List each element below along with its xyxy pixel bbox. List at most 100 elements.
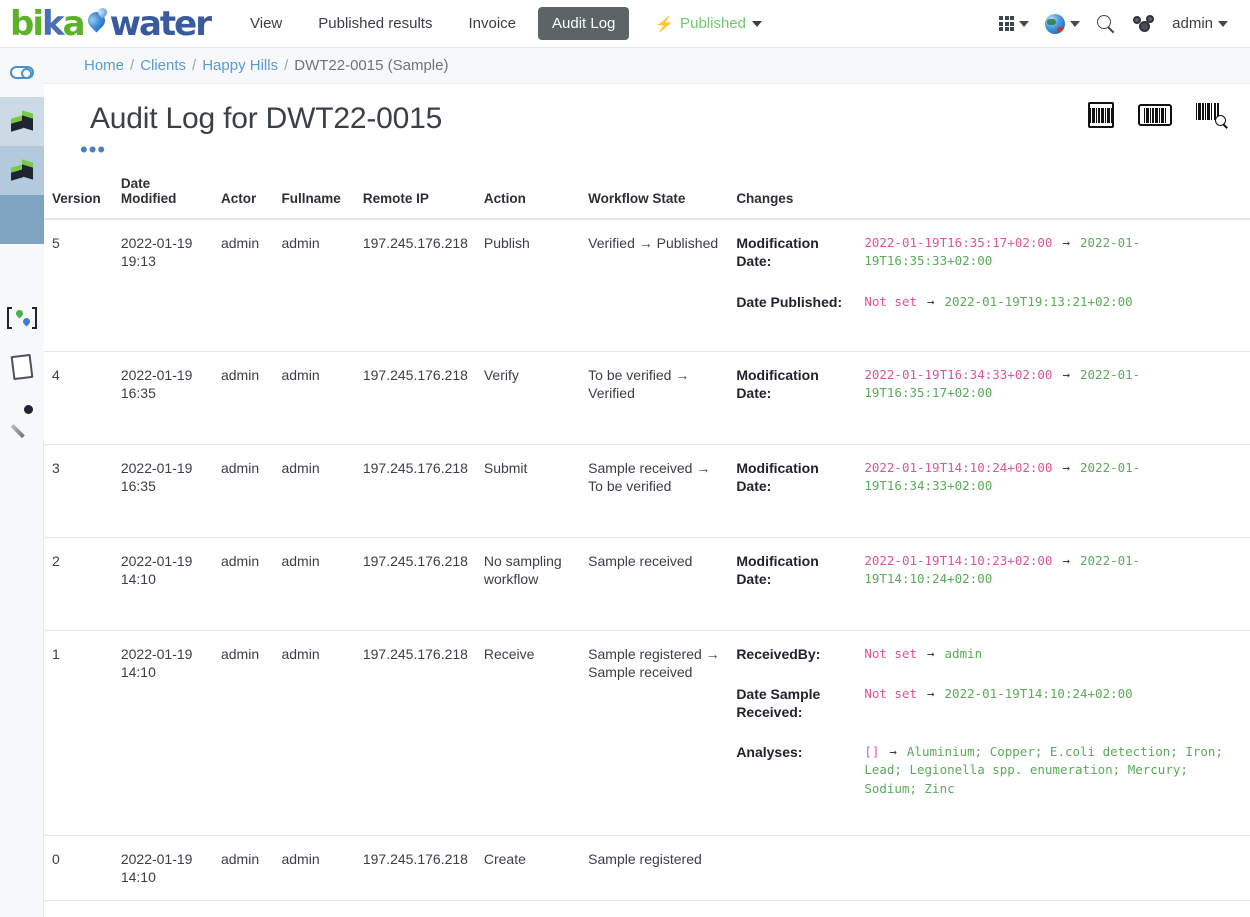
- change-colon: :: [767, 571, 772, 587]
- breadcrumb-item-current: DWT22-0015 (Sample): [294, 57, 448, 74]
- breadcrumb-separator: /: [130, 57, 134, 74]
- cell-actor: admin: [213, 835, 274, 900]
- breadcrumb-item-clients[interactable]: Clients: [140, 57, 186, 74]
- sidebar-item-worksheets[interactable]: [0, 342, 44, 391]
- change-new-value: admin: [945, 646, 983, 661]
- bolt-icon: ⚡: [655, 15, 674, 33]
- cell-remote-ip: 197.245.176.218: [355, 444, 476, 537]
- cell-version: 0: [44, 835, 113, 900]
- sidebar-item-clients[interactable]: [0, 97, 44, 146]
- page-header: Audit Log for DWT22-0015: [44, 84, 1250, 135]
- change-values: 2022-01-19T14:10:23+02:00→2022-01-19T14:…: [864, 552, 1242, 588]
- cell-action: Submit: [476, 444, 580, 537]
- table-row[interactable]: 5 2022-01-19 19:13 admin admin 197.245.1…: [44, 219, 1250, 351]
- change-values: 2022-01-19T16:35:17+02:00→2022-01-19T16:…: [864, 234, 1242, 270]
- cell-remote-ip: 197.245.176.218: [355, 351, 476, 444]
- change-entry: Modification Date: 2022-01-19T16:35:17+0…: [736, 234, 1242, 270]
- pipette-icon: [10, 404, 34, 428]
- grid-apps-icon: [999, 16, 1014, 31]
- column-header-date-modified[interactable]: Date Modified: [113, 170, 213, 219]
- cell-workflow-state: Sample received: [580, 537, 728, 630]
- table-row[interactable]: 4 2022-01-19 16:35 admin admin 197.245.1…: [44, 351, 1250, 444]
- audit-log-table-wrapper: Version Date Modified Actor Fullname Rem…: [44, 156, 1250, 901]
- change-field-label: Modification Date:: [736, 234, 864, 270]
- page-header-actions: [1088, 102, 1230, 128]
- nav-link-invoice[interactable]: Invoice: [454, 7, 530, 40]
- change-entry: Modification Date: 2022-01-19T14:10:24+0…: [736, 459, 1242, 495]
- sidebar-item-toggle[interactable]: [0, 48, 44, 97]
- column-header-remote-ip[interactable]: Remote IP: [355, 170, 476, 219]
- nav-link-published-results[interactable]: Published results: [304, 7, 446, 40]
- arrow-right-icon: →: [1062, 460, 1070, 475]
- change-field-label: Modification Date:: [736, 366, 864, 402]
- nav-link-view[interactable]: View: [236, 7, 296, 40]
- table-body: 5 2022-01-19 19:13 admin admin 197.245.1…: [44, 219, 1250, 900]
- cell-date-modified: 2022-01-19 14:10: [113, 630, 213, 835]
- cell-action: No sampling workflow: [476, 537, 580, 630]
- cell-date-modified: 2022-01-19 14:10: [113, 835, 213, 900]
- change-new-value: 2022-01-19T19:13:21+02:00: [945, 294, 1133, 309]
- cell-changes: Modification Date: 2022-01-19T16:35:17+0…: [728, 219, 1250, 351]
- audit-log-table: Version Date Modified Actor Fullname Rem…: [44, 170, 1250, 901]
- barcode-search-icon[interactable]: [1196, 102, 1230, 128]
- brand-logo[interactable]: bikawater: [0, 0, 232, 48]
- cell-actor: admin: [213, 630, 274, 835]
- clipboard-icon: [12, 355, 32, 379]
- table-row[interactable]: 0 2022-01-19 14:10 admin admin 197.245.1…: [44, 835, 1250, 900]
- cell-changes: Modification Date: 2022-01-19T14:10:24+0…: [728, 444, 1250, 537]
- sidebar-item-samples[interactable]: [0, 195, 44, 244]
- analysis-brackets-icon: [7, 307, 37, 329]
- cell-changes: ReceivedBy: Not set→admin Date Sample Re…: [728, 630, 1250, 835]
- more-options-button[interactable]: •••: [44, 135, 1250, 156]
- column-header-changes[interactable]: Changes: [728, 170, 1250, 219]
- column-header-actor[interactable]: Actor: [213, 170, 274, 219]
- change-new-value: Aluminium; Copper; E.coli detection; Iro…: [864, 744, 1223, 795]
- change-field-name: Analyses: [736, 744, 797, 760]
- user-menu[interactable]: admin: [1166, 11, 1234, 36]
- change-colon: :: [798, 704, 803, 720]
- change-field-name: Date Published: [736, 294, 837, 310]
- table-row[interactable]: 1 2022-01-19 14:10 admin admin 197.245.1…: [44, 630, 1250, 835]
- sidebar-item-sample[interactable]: [0, 244, 44, 293]
- language-menu[interactable]: [1039, 10, 1086, 38]
- change-colon: :: [798, 744, 803, 760]
- change-entry: Date Sample Received: Not set→2022-01-19…: [736, 685, 1242, 721]
- barcode-bars: [1144, 108, 1167, 123]
- page-title: Audit Log for DWT22-0015: [90, 102, 442, 135]
- column-header-fullname[interactable]: Fullname: [273, 170, 354, 219]
- change-values: Not set→admin: [864, 645, 1242, 663]
- toggle-icon: [10, 66, 34, 79]
- change-colon: :: [767, 253, 772, 269]
- sidebar-item-analyses[interactable]: [0, 293, 44, 342]
- column-header-action[interactable]: Action: [476, 170, 580, 219]
- cell-remote-ip: 197.245.176.218: [355, 537, 476, 630]
- column-header-version[interactable]: Version: [44, 170, 113, 219]
- sidebar-item-client[interactable]: [0, 146, 44, 195]
- table-row[interactable]: 3 2022-01-19 16:35 admin admin 197.245.1…: [44, 444, 1250, 537]
- breadcrumb-item-home[interactable]: Home: [84, 57, 124, 74]
- barcode-square-icon[interactable]: [1088, 102, 1114, 128]
- cell-changes: Modification Date: 2022-01-19T14:10:23+0…: [728, 537, 1250, 630]
- breadcrumb-item-happy-hills[interactable]: Happy Hills: [202, 57, 278, 74]
- barcode-wide-icon[interactable]: [1138, 104, 1172, 126]
- table-row[interactable]: 2 2022-01-19 14:10 admin admin 197.245.1…: [44, 537, 1250, 630]
- logo-letter-b: b: [10, 7, 32, 41]
- nav-link-audit-log[interactable]: Audit Log: [538, 7, 629, 40]
- workflow-status-dropdown[interactable]: ⚡ Published: [655, 15, 762, 33]
- cell-remote-ip: 197.245.176.218: [355, 835, 476, 900]
- sidebar-item-lab[interactable]: [0, 391, 44, 440]
- cell-changes: [728, 835, 1250, 900]
- nav-links: View Published results Invoice Audit Log: [232, 0, 633, 48]
- cell-version: 2: [44, 537, 113, 630]
- apps-menu[interactable]: [993, 12, 1035, 35]
- cell-workflow-state: Verified → Published: [580, 219, 728, 351]
- change-field-name: Modification Date: [736, 553, 818, 587]
- cell-action: Create: [476, 835, 580, 900]
- column-header-workflow-state[interactable]: Workflow State: [580, 170, 728, 219]
- magnifier-icon: [1215, 115, 1228, 128]
- settings-button[interactable]: [1126, 10, 1162, 38]
- change-old-value: []: [864, 744, 879, 759]
- change-old-value: 2022-01-19T14:10:23+02:00: [864, 553, 1052, 568]
- chevron-down-icon: [1070, 21, 1080, 27]
- search-button[interactable]: [1090, 10, 1122, 38]
